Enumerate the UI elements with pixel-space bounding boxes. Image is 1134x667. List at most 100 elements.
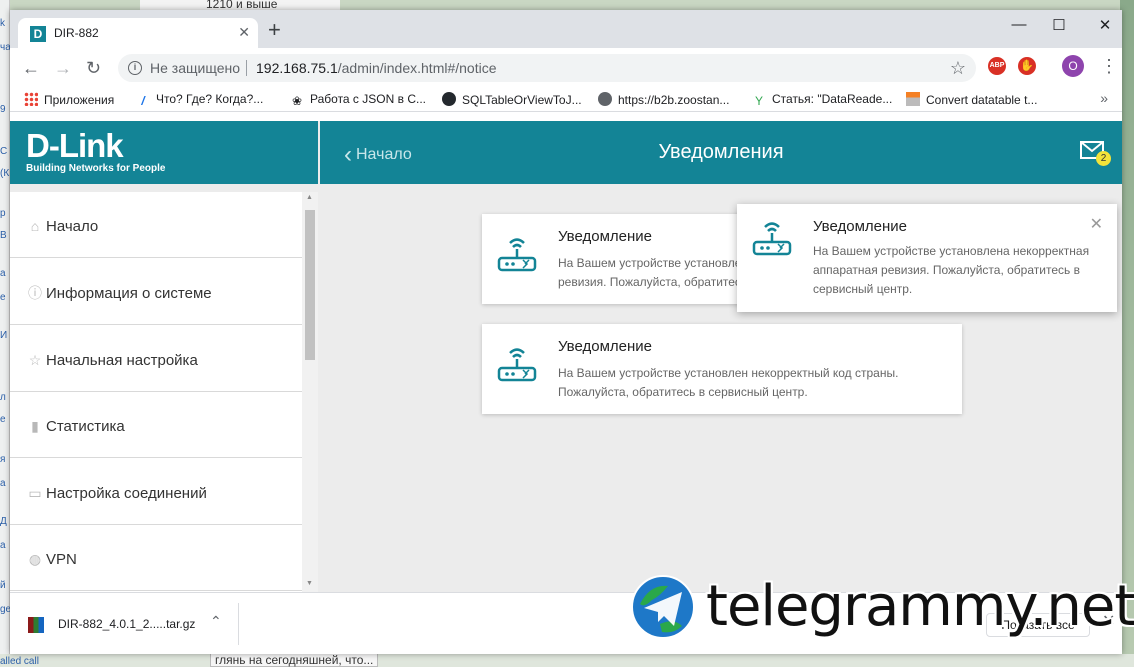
desktop-fragment: е [0,292,6,303]
popup-text-line: На Вашем устройстве установлена некоррек… [813,244,1090,258]
close-icon[interactable]: ✕ [1090,214,1103,234]
watermark-text: telegrammy.net [706,574,1134,639]
sidebar-item-label: Статистика [46,418,125,435]
popup-title: Уведомление [813,218,908,235]
desktop-background-bottom [0,654,1134,667]
desktop-fragment: И [0,330,8,341]
sidebar-item-label: Информация о системе [46,285,212,302]
bookmarks-more-icon[interactable]: » [1100,90,1108,106]
dlink-logo-panel: D-Link Building Networks for People [10,121,318,184]
site-info-icon[interactable]: i [128,61,142,75]
bookmark-item[interactable]: ❀ Работа с JSON в С... [290,92,426,108]
sidebar-item-vpn[interactable]: ◍ VPN [10,525,302,591]
desktop-fragment: 9 [0,104,6,115]
maximize-button[interactable]: ☐ [1036,16,1082,34]
bookmark-label: Что? Где? Когда?... [156,92,264,106]
omnibox-divider [246,60,247,76]
sidebar-item-system-info[interactable]: ⓘ Информация о системе [10,259,302,325]
star-icon: ☆ [28,352,42,368]
router-page: D-Link Building Networks for People ‹ Нач… [10,121,1122,592]
router-icon [497,348,537,382]
dlink-slogan: Building Networks for People [26,163,166,174]
browser-tab[interactable]: D DIR-882 ✕ [18,18,258,48]
browser-toolbar: ← → ↻ i Не защищено 192.168.75.1/admin/i… [10,48,1122,88]
notification-popup[interactable]: Уведомление На Вашем устройстве установл… [737,204,1117,312]
url-path: /admin/index.html#/notice [337,60,497,76]
bookmark-item[interactable]: Y Статья: "DataReade... [752,92,892,108]
desktop-fragment: k [0,18,5,29]
page-header: ‹ Начало Уведомления 2 [320,121,1122,184]
bookmarks-bar: Приложения / Что? Где? Когда?... ❀ Работа … [10,88,1122,112]
new-tab-button[interactable]: + [268,19,281,41]
page-title: Уведомления [658,141,784,163]
download-file-name[interactable]: DIR-882_4.0.1_2.....tar.gz [58,617,195,631]
close-window-button[interactable]: ✕ [1082,16,1122,34]
notification-title: Уведомление [558,338,653,355]
bookmark-label: Статья: "DataReade... [772,92,893,106]
back-arrow-icon[interactable]: ← [22,58,40,78]
adblock-plus-icon[interactable]: ABP [988,57,1006,75]
notification-text: На Вашем устройстве установлен некоррект… [558,364,898,402]
sidebar-item-home[interactable]: ⌂ Начало [10,192,302,258]
paw-icon: ❀ [291,94,303,108]
download-divider [238,603,239,645]
desktop-wallpaper-right [1120,0,1134,667]
desktop-fragment: а [0,478,6,489]
bar-chart-icon: ▮ [31,418,39,434]
bookmark-star-icon[interactable]: ☆ [950,58,966,79]
scroll-up-icon[interactable]: ▲ [306,194,313,201]
sidebar-scrollbar[interactable]: ▲ ▼ [302,192,318,592]
sidebar-item-statistics[interactable]: ▮ Статистика [10,392,302,458]
bookmark-item[interactable]: Приложения [24,92,114,107]
scrollbar-thumb[interactable] [305,210,315,360]
notification-card[interactable]: Уведомление На Вашем устройстве установл… [482,324,962,414]
desktop-fragment: Д [0,516,7,527]
owl-icon: / [141,94,145,108]
archive-file-icon [28,617,44,633]
address-bar[interactable]: i Не защищено 192.168.75.1/admin/index.h… [118,54,976,82]
dlink-logo[interactable]: D-Link [26,127,124,165]
not-secure-label: Не защищено [150,60,240,76]
desktop-left-window: k ча С (К 9 р В а е И л е я а Д а й ge [0,0,11,667]
bookmark-label: Приложения [44,93,115,107]
home-icon: ⌂ [30,218,40,234]
router-icon [497,238,537,272]
desktop-fragment: а [0,268,6,279]
browser-window: D DIR-882 ✕ + — ☐ ✕ ← → ↻ i Не защищено … [10,10,1122,654]
popup-text-line: аппаратная ревизия. Пожалуйста, обратите… [813,263,1080,277]
desktop-fragment: я [0,454,6,465]
info-icon: ⓘ [28,285,42,301]
profile-avatar[interactable]: O [1062,55,1084,77]
scroll-down-icon[interactable]: ▼ [306,580,313,587]
url-text[interactable]: 192.168.75.1/admin/index.html#/notice [256,60,497,76]
sidebar-item-connections[interactable]: ▭ Настройка соединений [10,459,302,525]
bookmark-item[interactable]: / Что? Где? Когда?... [136,92,263,108]
notification-text-line: Пожалуйста, обратитесь в сервисный центр… [558,385,808,399]
desktop-fragment: В [0,230,7,241]
bookmark-label: Convert datatable t... [926,93,1038,107]
tab-close-icon[interactable]: ✕ [238,24,250,41]
apps-grid-icon [24,92,38,106]
browser-menu-icon[interactable]: ⋮ [1100,56,1118,77]
bookmark-item[interactable]: https://b2b.zoostan... [598,92,729,107]
bookmark-item[interactable]: SQLTableOrViewToJ... [442,92,582,107]
notification-text-line: На Вашем устройстве установлен некоррект… [558,366,899,380]
desktop-fragment: а [0,540,6,551]
forward-arrow-icon[interactable]: → [54,58,72,78]
sidebar-item-initial-setup[interactable]: ☆ Начальная настройка [10,326,302,392]
lock-icon: ◍ [28,551,42,567]
desktop-fragment: р [0,208,6,219]
desktop-window-text-bottom: глянь на сегодняшней, что... [210,652,379,667]
reload-icon[interactable]: ↻ [86,58,101,78]
bookmark-item[interactable]: Convert datatable t... [906,92,1037,107]
notifications-button[interactable]: 2 [1080,141,1111,166]
desktop-fragment: е [0,414,6,425]
adblock-hand-icon[interactable]: ✋ [1018,57,1036,75]
notification-title: Уведомление [558,228,653,245]
router-sidebar: ⌂ Начало ⓘ Информация о системе ☆ Началь… [10,192,302,592]
github-icon [442,92,456,106]
sidebar-item-label: VPN [46,551,77,568]
chevron-up-icon[interactable]: ⌃ [210,613,222,630]
bookmark-label: https://b2b.zoostan... [618,93,730,107]
monitor-icon: ▭ [28,485,42,501]
